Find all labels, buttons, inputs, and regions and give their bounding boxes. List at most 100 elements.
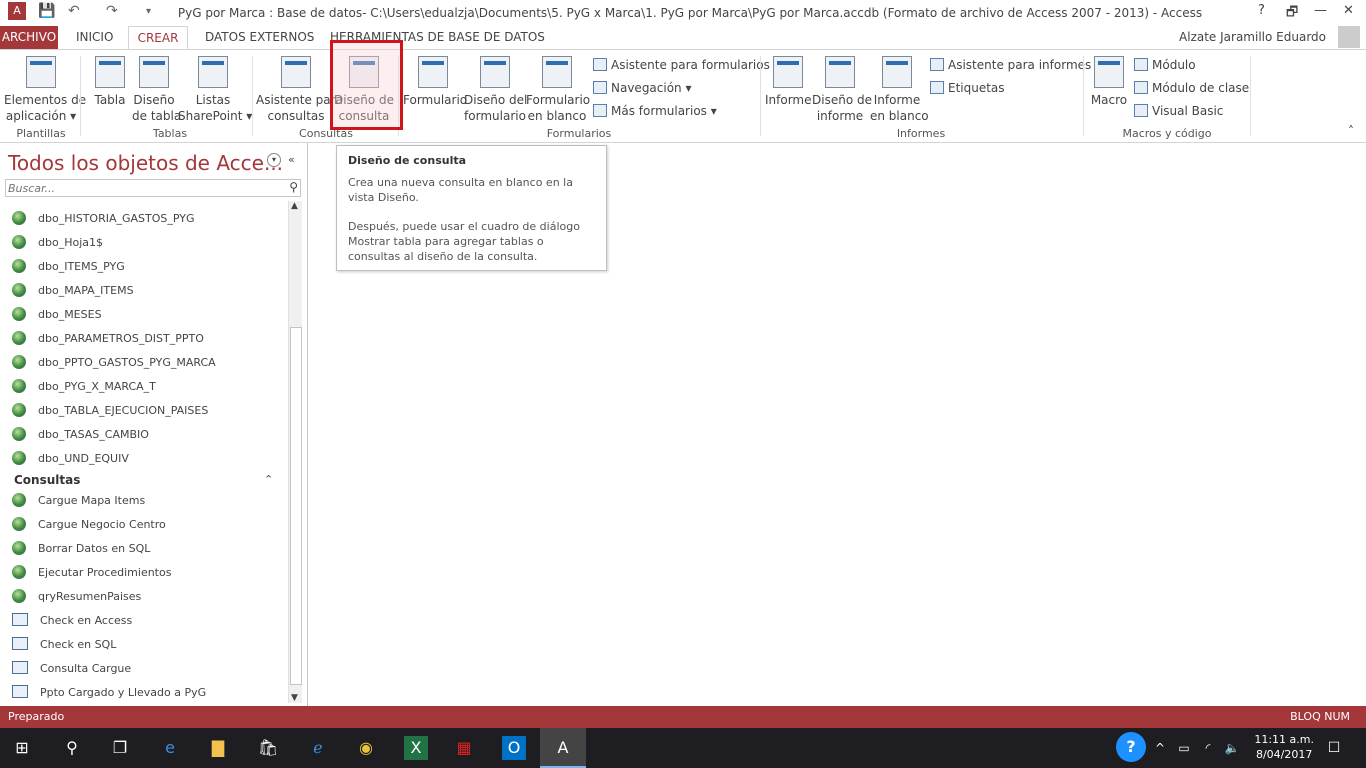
separator — [760, 56, 761, 136]
search-icon[interactable]: ⚲ — [60, 736, 84, 760]
tab-crear[interactable]: CREAR — [128, 26, 188, 51]
linked-table-icon — [12, 451, 26, 465]
scroll-up-icon[interactable]: ▲ — [291, 201, 298, 211]
wifi-icon[interactable]: ◜ — [1196, 736, 1220, 760]
list-item[interactable]: Cargue Negocio Centro — [12, 517, 166, 537]
task-view-icon[interactable]: ❐ — [108, 736, 132, 760]
application-parts-icon — [26, 56, 56, 88]
minimize-button[interactable]: — — [1314, 3, 1327, 18]
module-button[interactable]: Módulo — [1134, 58, 1196, 72]
separator — [1083, 56, 1084, 136]
application-parts-button[interactable]: Elementos de aplicación ▾ — [4, 56, 86, 124]
list-item[interactable]: dbo_Hoja1$ — [12, 235, 103, 255]
visual-basic-button[interactable]: Visual Basic — [1134, 104, 1223, 118]
restore-ribbon-button[interactable]: 🗗 — [1286, 3, 1298, 25]
list-item[interactable]: dbo_PARAMETROS_DIST_PPTO — [12, 331, 204, 351]
save-icon[interactable]: 💾 — [38, 3, 55, 19]
blank-form-button[interactable]: Formulario en blanco — [526, 56, 590, 124]
search-icon[interactable]: ⚲ — [289, 180, 298, 194]
linked-table-icon — [12, 403, 26, 417]
battery-icon[interactable]: ▭ — [1172, 736, 1196, 760]
list-item[interactable]: dbo_PYG_X_MARCA_T — [12, 379, 156, 399]
nav-menu-icon[interactable]: ▾ — [267, 153, 281, 167]
app-icon[interactable]: ▦ — [452, 736, 476, 760]
excel-icon[interactable]: X — [404, 736, 428, 760]
tab-inicio[interactable]: INICIO — [76, 30, 113, 44]
select-query-icon — [12, 613, 28, 626]
notifications-icon[interactable]: ☐ — [1322, 736, 1346, 760]
list-item[interactable]: dbo_MESES — [12, 307, 102, 327]
status-bar: Preparado BLOQ NUM — [0, 706, 1366, 728]
tab-datos-externos[interactable]: DATOS EXTERNOS — [205, 30, 314, 44]
tooltip-text-1: Crea una nueva consulta en blanco en la … — [348, 176, 573, 204]
class-module-icon — [1134, 81, 1148, 94]
file-explorer-icon[interactable]: ▇ — [206, 736, 230, 760]
clock[interactable]: 11:11 a.m. 8/04/2017 — [1254, 732, 1314, 762]
search-input[interactable] — [6, 180, 276, 196]
table-button[interactable]: Tabla — [92, 56, 128, 108]
scroll-thumb[interactable] — [290, 327, 302, 685]
redo-icon[interactable]: ↷ — [106, 3, 118, 19]
more-forms-button[interactable]: Más formularios ▾ — [593, 104, 717, 118]
list-item[interactable]: dbo_UND_EQUIV — [12, 451, 129, 471]
list-item[interactable]: dbo_ITEMS_PYG — [12, 259, 125, 279]
show-hidden-icons-icon[interactable]: ^ — [1148, 736, 1172, 760]
list-item[interactable]: dbo_MAPA_ITEMS — [12, 283, 134, 303]
nav-scrollbar[interactable]: ▲ ▼ — [288, 201, 302, 703]
labels-button[interactable]: Etiquetas — [930, 81, 1005, 95]
list-item[interactable]: Borrar Datos en SQL — [12, 541, 150, 561]
blank-report-button[interactable]: Informe en blanco — [870, 56, 929, 124]
collapse-ribbon-icon[interactable]: ˄ — [1348, 124, 1354, 138]
volume-icon[interactable]: 🔈 — [1220, 736, 1244, 760]
help-tray-icon[interactable]: ? — [1116, 732, 1146, 762]
module-icon — [1134, 58, 1148, 71]
list-item[interactable]: Check en SQL — [12, 637, 116, 657]
navigation-button[interactable]: Navegación ▾ — [593, 81, 692, 95]
report-button[interactable]: Informe — [765, 56, 812, 108]
help-button[interactable]: ? — [1258, 3, 1265, 18]
query-wizard-button[interactable]: Asistente para consultas — [256, 56, 343, 124]
tab-archivo[interactable]: ARCHIVO — [0, 26, 58, 50]
list-item[interactable]: Check en Access — [12, 613, 132, 633]
pass-through-query-icon — [12, 541, 26, 555]
windows-start-icon[interactable]: ⊞ — [10, 736, 34, 760]
list-item[interactable]: Cargue Mapa Items — [12, 493, 145, 513]
list-item[interactable]: dbo_TABLA_EJECUCION_PAISES — [12, 403, 208, 423]
list-item[interactable]: Consulta Cargue — [12, 661, 131, 681]
form-design-icon — [480, 56, 510, 88]
access-taskbar-icon[interactable]: A — [540, 728, 586, 768]
macro-button[interactable]: Macro — [1088, 56, 1130, 108]
report-wizard-button[interactable]: Asistente para informes — [930, 58, 1091, 72]
customize-qat-icon[interactable]: ▾ — [146, 6, 151, 17]
list-item[interactable]: dbo_PPTO_GASTOS_PYG_MARCA — [12, 355, 216, 375]
internet-explorer-icon[interactable]: ℯ — [306, 736, 330, 760]
avatar[interactable] — [1338, 26, 1360, 48]
list-item[interactable]: Ejecutar Procedimientos — [12, 565, 171, 585]
form-wizard-button[interactable]: Asistente para formularios — [593, 58, 770, 72]
access-logo-icon[interactable]: A — [8, 2, 26, 20]
section-header-consultas[interactable]: Consultas — [14, 473, 80, 487]
form-icon — [418, 56, 448, 88]
report-design-button[interactable]: Diseño de informe — [812, 56, 872, 124]
collapse-section-icon[interactable]: ⌃ — [264, 473, 273, 486]
user-name[interactable]: Alzate Jaramillo Eduardo — [1179, 30, 1326, 44]
undo-icon[interactable]: ↶ — [68, 3, 80, 19]
sharepoint-lists-button[interactable]: Listas SharePoint ▾ — [178, 56, 252, 124]
form-button[interactable]: Formulario — [403, 56, 467, 108]
class-module-button[interactable]: Módulo de clase — [1134, 81, 1249, 95]
edge-icon[interactable]: e — [158, 736, 182, 760]
scroll-down-icon[interactable]: ▼ — [291, 693, 298, 703]
chrome-icon[interactable]: ◉ — [354, 736, 378, 760]
list-item[interactable]: Ppto Cargado y Llevado a PyG — [12, 685, 206, 705]
outlook-icon[interactable]: O — [502, 736, 526, 760]
store-icon[interactable]: 🛍 — [256, 736, 280, 760]
shutter-bar-icon[interactable]: « — [288, 153, 295, 166]
list-item[interactable]: dbo_TASAS_CAMBIO — [12, 427, 149, 447]
ribbon-tabs: ARCHIVO INICIO CREAR DATOS EXTERNOS HERR… — [0, 26, 1366, 51]
table-design-button[interactable]: Diseño de tabla — [132, 56, 181, 124]
form-design-button[interactable]: Diseño del formulario — [464, 56, 527, 124]
list-item[interactable]: qryResumenPaises — [12, 589, 141, 609]
close-button[interactable]: ✕ — [1343, 3, 1354, 18]
nav-pane-title[interactable]: Todos los objetos de Acce... — [8, 151, 283, 175]
list-item[interactable]: dbo_HISTORIA_GASTOS_PYG — [12, 211, 195, 231]
